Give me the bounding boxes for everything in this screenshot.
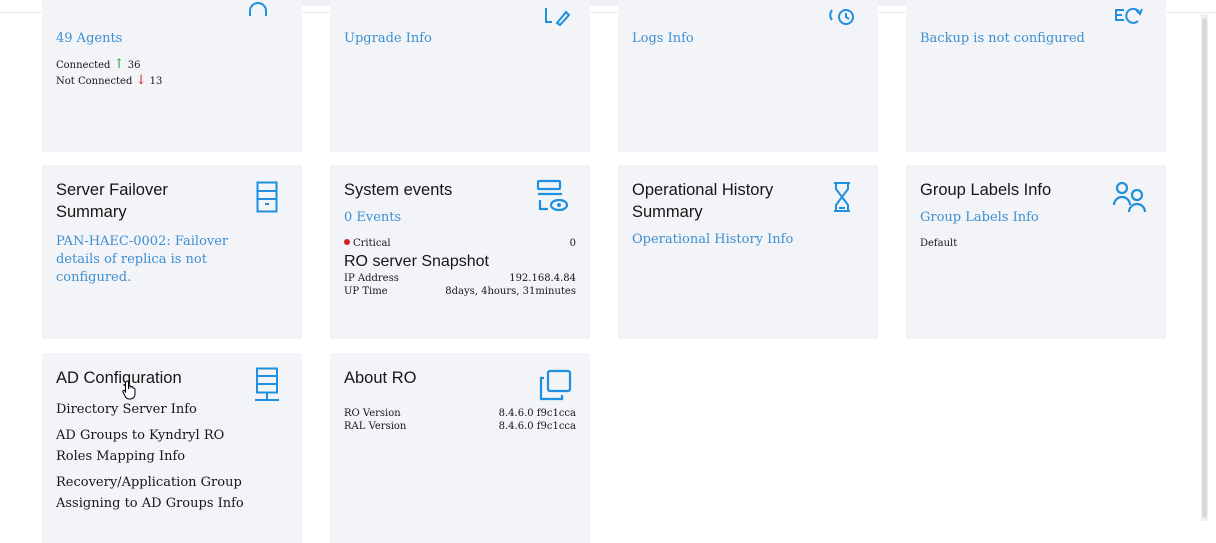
tile-title: Group Labels Info [920, 181, 1052, 199]
agents-tile: 49 Agents Connected ↑ 36 Not Connected ↓… [42, 0, 302, 152]
hand-cursor-icon [122, 380, 136, 400]
ad-configuration-tile: AD Configuration Directory Server Info A… [42, 353, 302, 543]
tile-title: AD Configuration [56, 369, 182, 387]
ad-groups-roles-mapping-link[interactable]: AD Groups to Kyndryl RO Roles Mapping In… [56, 425, 256, 467]
recovery-group-assigning-link[interactable]: Recovery/Application Group Assigning to … [56, 472, 256, 514]
operational-history-tile: Operational History Summary Operational … [618, 165, 878, 339]
critical-dot-icon [344, 239, 350, 245]
failover-details-link[interactable]: PAN-HAEC-0002: Failover details of repli… [56, 233, 256, 287]
connected-row: Connected ↑ 36 [56, 57, 141, 72]
ip-address-row: IP Address 192.168.4.84 [344, 273, 576, 284]
logs-tile: Logs Info [618, 0, 878, 152]
ro-version-row: RO Version 8.4.6.0 f9c1cca [344, 408, 576, 419]
backup-link[interactable]: Backup is not configured [920, 30, 1085, 48]
copy-windows-icon [539, 369, 572, 401]
group-label-default: Default [920, 238, 958, 249]
arrow-up-icon: ↑ [113, 57, 125, 72]
uptime-row: UP Time 8days, 4hours, 31minutes [344, 286, 576, 297]
ral-version-row: RAL Version 8.4.6.0 f9c1cca [344, 421, 576, 432]
arrow-down-icon: ↓ [135, 73, 147, 88]
log-clock-icon [829, 9, 854, 25]
backup-icon [1115, 7, 1143, 24]
directory-server-icon [255, 367, 279, 401]
events-view-icon [536, 179, 569, 212]
agents-link[interactable]: 49 Agents [56, 30, 162, 48]
tile-title: Server Failover Summary [56, 181, 168, 221]
user-group-icon [1112, 181, 1147, 213]
not-connected-row: Not Connected ↓ 13 [56, 73, 163, 88]
hourglass-icon [834, 182, 850, 212]
server-failover-tile: Server Failover Summary PAN-HAEC-0002: F… [42, 165, 302, 339]
directory-server-info-link[interactable]: Directory Server Info [56, 399, 256, 420]
upgrade-tile: Upgrade Info [330, 0, 590, 152]
tile-title: About RO [344, 369, 417, 387]
system-events-tile: System events 0 Events Critical 0 RO ser… [330, 165, 590, 339]
agents-icon [249, 2, 267, 16]
scrollbar-thumb[interactable] [1202, 18, 1207, 518]
tile-title: System events [344, 181, 453, 199]
server-icon [256, 181, 278, 213]
logs-info-link[interactable]: Logs Info [632, 30, 694, 48]
group-labels-tile: Group Labels Info Group Labels Info Defa… [906, 165, 1166, 339]
critical-row: Critical 0 [344, 237, 576, 250]
edit-document-icon [545, 8, 570, 26]
upgrade-info-link[interactable]: Upgrade Info [344, 30, 432, 48]
tile-title: Operational History Summary [632, 181, 774, 221]
snapshot-title: RO server Snapshot [344, 253, 489, 270]
operational-history-link[interactable]: Operational History Info [632, 231, 864, 249]
backup-tile: Backup is not configured [906, 0, 1166, 152]
about-ro-tile: About RO RO Version 8.4.6.0 f9c1cca RAL … [330, 353, 590, 543]
